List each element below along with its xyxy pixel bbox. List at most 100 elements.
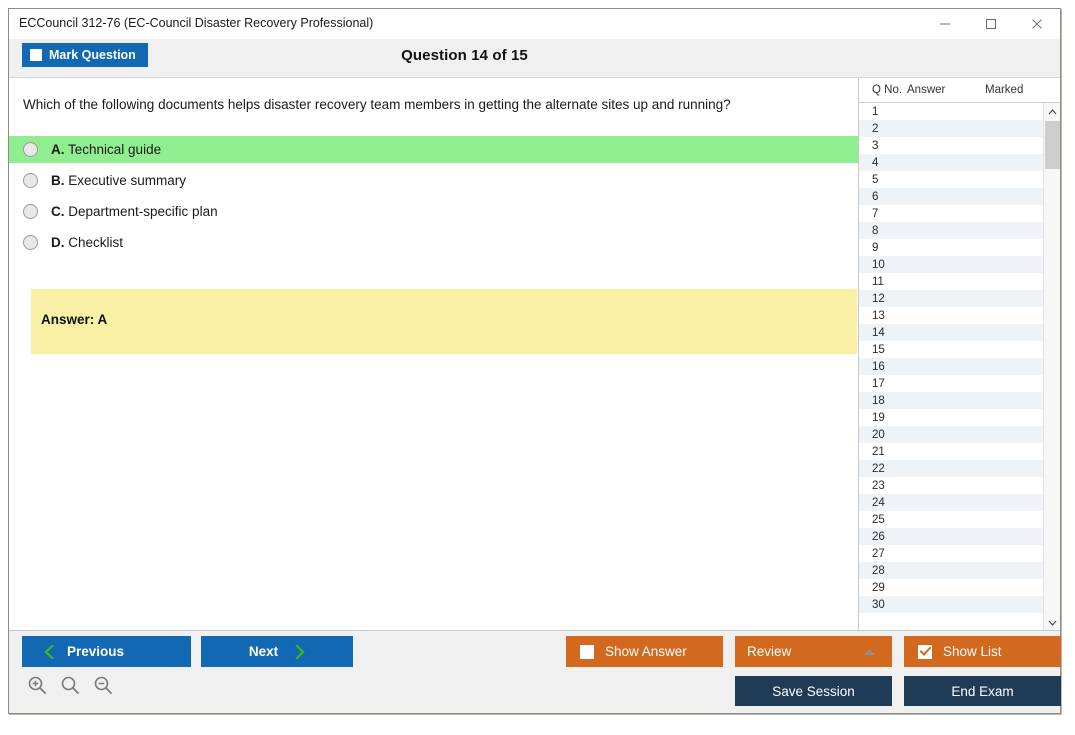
radio-icon-b[interactable] bbox=[23, 173, 38, 188]
row-question-number: 11 bbox=[872, 275, 884, 288]
row-question-number: 30 bbox=[872, 598, 885, 611]
previous-label: Previous bbox=[67, 644, 125, 659]
question-list-row[interactable]: 26 bbox=[859, 528, 1043, 545]
question-list-row[interactable]: 12 bbox=[859, 290, 1043, 307]
save-session-label: Save Session bbox=[772, 683, 855, 699]
options-list: A. Technical guide B. Executive summary bbox=[9, 136, 858, 260]
row-question-number: 9 bbox=[872, 241, 879, 254]
row-question-number: 2 bbox=[872, 122, 879, 135]
row-question-number: 7 bbox=[872, 207, 879, 220]
row-question-number: 21 bbox=[872, 445, 885, 458]
caret-up-icon bbox=[864, 649, 875, 655]
question-list-row[interactable]: 9 bbox=[859, 239, 1043, 256]
column-header-qno: Q No. bbox=[872, 84, 903, 96]
row-question-number: 3 bbox=[872, 139, 879, 152]
next-button[interactable]: Next bbox=[201, 636, 353, 667]
option-text-c: Department-specific plan bbox=[68, 204, 218, 219]
question-list-row[interactable]: 30 bbox=[859, 596, 1043, 613]
close-button[interactable] bbox=[1014, 9, 1060, 39]
question-list-row[interactable]: 5 bbox=[859, 171, 1043, 188]
zoom-tools bbox=[27, 675, 113, 695]
show-answer-checkbox[interactable] bbox=[580, 644, 594, 659]
question-list-row[interactable]: 2 bbox=[859, 120, 1043, 137]
question-list-row[interactable]: 23 bbox=[859, 477, 1043, 494]
scroll-down-button[interactable] bbox=[1044, 614, 1060, 631]
radio-icon-c[interactable] bbox=[23, 204, 38, 219]
row-question-number: 12 bbox=[872, 292, 885, 305]
chevron-left-icon bbox=[44, 644, 54, 659]
close-icon bbox=[1032, 19, 1042, 29]
zoom-in-icon[interactable] bbox=[27, 675, 47, 695]
question-list-row[interactable]: 1 bbox=[859, 103, 1043, 120]
minimize-button[interactable] bbox=[922, 9, 968, 39]
row-question-number: 16 bbox=[872, 360, 885, 373]
show-answer-label: Show Answer bbox=[605, 644, 687, 659]
question-list-row[interactable]: 19 bbox=[859, 409, 1043, 426]
question-list-row[interactable]: 6 bbox=[859, 188, 1043, 205]
option-letter-b: B. bbox=[51, 173, 65, 188]
option-row-d[interactable]: D. Checklist bbox=[9, 229, 858, 256]
row-question-number: 10 bbox=[872, 258, 885, 271]
zoom-out-icon[interactable] bbox=[93, 675, 113, 695]
option-row-b[interactable]: B. Executive summary bbox=[9, 167, 858, 194]
question-list-row[interactable]: 18 bbox=[859, 392, 1043, 409]
question-list-row[interactable]: 17 bbox=[859, 375, 1043, 392]
show-list-checkbox[interactable] bbox=[918, 644, 932, 659]
question-list-rows[interactable]: 1 2 3 4 5 6 7 8 9 10 11 12 13 14 15 16 17 18 19 20 21 22 23 24 2… bbox=[859, 103, 1043, 631]
previous-button[interactable]: Previous bbox=[22, 636, 191, 667]
question-pane: Which of the following documents helps d… bbox=[9, 78, 859, 631]
question-list-row[interactable]: 20 bbox=[859, 426, 1043, 443]
save-session-button[interactable]: Save Session bbox=[735, 676, 892, 706]
window-title: ECCouncil 312-76 (EC-Council Disaster Re… bbox=[19, 16, 374, 30]
question-list-row[interactable]: 27 bbox=[859, 545, 1043, 562]
zoom-reset-icon[interactable] bbox=[60, 675, 80, 695]
exam-window: ECCouncil 312-76 (EC-Council Disaster Re… bbox=[8, 8, 1061, 714]
option-row-c[interactable]: C. Department-specific plan bbox=[9, 198, 858, 225]
toolbar: Mark Question Question 14 of 15 bbox=[9, 39, 1060, 78]
scroll-up-button[interactable] bbox=[1044, 103, 1060, 120]
chevron-right-icon bbox=[295, 644, 305, 659]
option-label-a: A. Technical guide bbox=[51, 142, 161, 157]
minimize-icon bbox=[940, 23, 950, 25]
question-list-row[interactable]: 14 bbox=[859, 324, 1043, 341]
end-exam-button[interactable]: End Exam bbox=[904, 676, 1061, 706]
question-list-row[interactable]: 24 bbox=[859, 494, 1043, 511]
maximize-button[interactable] bbox=[968, 9, 1014, 39]
column-header-answer: Answer bbox=[907, 84, 946, 96]
question-list-row[interactable]: 3 bbox=[859, 137, 1043, 154]
question-list-row[interactable]: 7 bbox=[859, 205, 1043, 222]
radio-icon-d[interactable] bbox=[23, 235, 38, 250]
review-dropdown[interactable]: Review bbox=[735, 636, 892, 667]
scrollbar-thumb[interactable] bbox=[1045, 121, 1060, 169]
question-list-row[interactable]: 15 bbox=[859, 341, 1043, 358]
question-list-row[interactable]: 4 bbox=[859, 154, 1043, 171]
maximize-icon bbox=[986, 19, 996, 29]
option-row-a[interactable]: A. Technical guide bbox=[9, 136, 858, 163]
question-list-row[interactable]: 11 bbox=[859, 273, 1043, 290]
question-list-row[interactable]: 16 bbox=[859, 358, 1043, 375]
column-header-marked: Marked bbox=[985, 84, 1024, 96]
row-question-number: 19 bbox=[872, 411, 885, 424]
question-list-row[interactable]: 25 bbox=[859, 511, 1043, 528]
row-question-number: 4 bbox=[872, 156, 879, 169]
question-list-row[interactable]: 21 bbox=[859, 443, 1043, 460]
answer-panel: Answer: A bbox=[31, 289, 857, 354]
show-list-button[interactable]: Show List bbox=[904, 636, 1061, 667]
question-list-row[interactable]: 28 bbox=[859, 562, 1043, 579]
answer-text: Answer: A bbox=[41, 312, 108, 327]
show-answer-button[interactable]: Show Answer bbox=[566, 636, 723, 667]
question-list-row[interactable]: 22 bbox=[859, 460, 1043, 477]
row-question-number: 17 bbox=[872, 377, 885, 390]
question-list-row[interactable]: 29 bbox=[859, 579, 1043, 596]
option-text-d: Checklist bbox=[68, 235, 124, 250]
radio-icon-a[interactable] bbox=[23, 142, 38, 157]
question-list-row[interactable]: 10 bbox=[859, 256, 1043, 273]
question-list-row[interactable]: 13 bbox=[859, 307, 1043, 324]
row-question-number: 25 bbox=[872, 513, 885, 526]
app-screenshot: ECCouncil 312-76 (EC-Council Disaster Re… bbox=[0, 0, 1075, 735]
chevron-down-icon bbox=[1048, 620, 1057, 626]
question-list-row[interactable]: 8 bbox=[859, 222, 1043, 239]
option-label-d: D. Checklist bbox=[51, 235, 123, 250]
question-list-scrollbar[interactable] bbox=[1043, 103, 1060, 631]
end-exam-label: End Exam bbox=[951, 683, 1014, 699]
